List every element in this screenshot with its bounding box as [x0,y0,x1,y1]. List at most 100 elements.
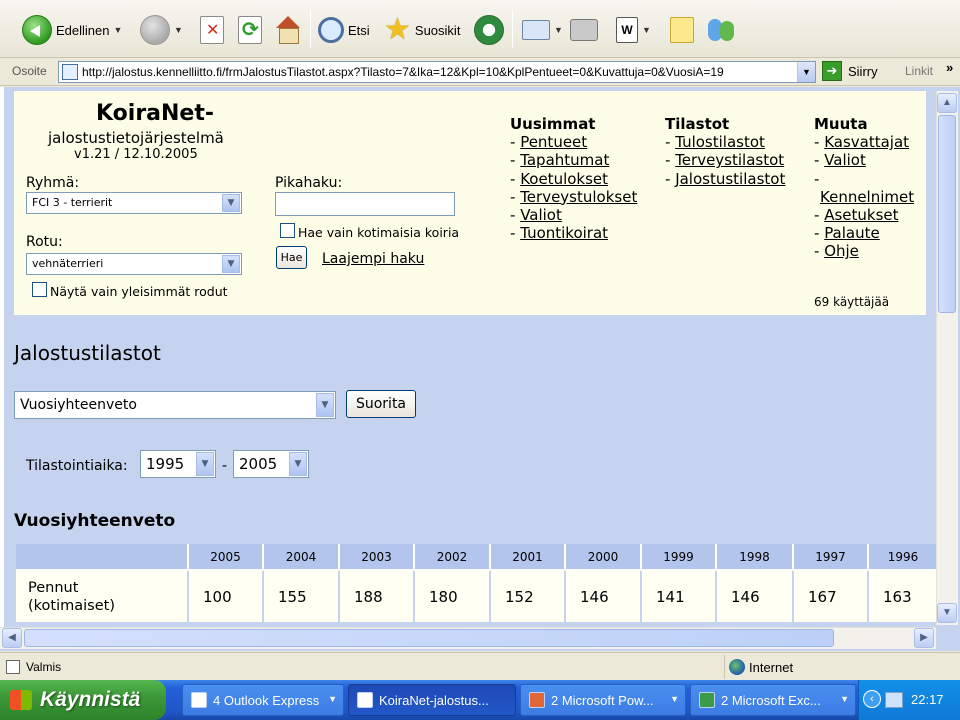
nav-link-asetukset[interactable]: Asetukset [824,206,898,224]
messenger-button[interactable] [708,10,736,50]
security-zone: Internet [724,655,960,679]
mail-button[interactable]: ▼ [522,10,563,50]
table-header-year: 1999 [641,544,717,570]
chevron-down-icon[interactable]: ▼ [222,194,240,212]
nav-link-tuontikoirat[interactable]: Tuontikoirat [520,224,608,242]
breed-select[interactable]: vehnäterrieri ▼ [26,253,242,275]
search-submit-button[interactable]: Hae [276,246,307,269]
nav-link-koetulokset[interactable]: Koetulokset [520,170,608,188]
nav-other-heading: Muuta [814,115,868,133]
run-button[interactable]: Suorita [346,390,416,418]
nav-link-ohje[interactable]: Ohje [824,242,859,260]
chevron-down-icon[interactable]: ▼ [642,25,651,35]
nav-stats-heading: Tilastot [665,115,730,133]
summary-title: Vuosiyhteenveto [14,511,176,531]
table-cell: 141 [641,569,717,622]
system-tray: ‹ 22:17 [858,680,960,720]
go-arrow-icon: ➜ [822,61,842,81]
discuss-button[interactable] [670,10,694,50]
chevron-down-icon[interactable]: ▼ [316,393,334,417]
chevron-left-icon[interactable]: ‹ [863,690,881,708]
browser-toolbar: Edellinen ▼ ▼ Etsi ★ Suosikit ▼ W ▼ [0,0,960,58]
task-powerpoint[interactable]: 2 Microsoft Pow... ▼ [520,684,686,716]
chevron-down-icon[interactable]: ▼ [554,25,563,35]
table-cell: 155 [263,569,340,622]
history-button[interactable] [474,10,504,50]
common-breeds-checkbox[interactable] [32,282,47,297]
nav-link-palaute[interactable]: Palaute [824,224,880,242]
network-icon[interactable] [885,692,903,708]
horizontal-scrollbar[interactable]: ◀ ▶ [0,627,936,649]
advanced-search-link[interactable]: Laajempi haku [322,251,424,267]
home-icon [274,16,302,44]
refresh-button[interactable] [238,10,262,50]
nav-link-pentueet[interactable]: Pentueet [520,133,587,151]
table-cell: 167 [793,569,869,622]
vertical-scroll-thumb[interactable] [938,115,956,313]
scroll-up-icon[interactable]: ▲ [937,93,957,113]
home-button[interactable] [274,10,302,50]
task-label: 2 Microsoft Exc... [721,692,821,708]
nav-link-kennelnimet[interactable]: Kennelnimet [820,188,914,206]
more-chevron-icon[interactable]: » [946,60,953,75]
forward-button[interactable]: ▼ [140,10,183,50]
back-button[interactable]: Edellinen ▼ [22,10,122,50]
nav-newest-heading: Uusimmat [510,115,596,133]
quick-search-input[interactable] [275,192,455,216]
edit-button[interactable]: W ▼ [616,10,651,50]
nav-link-terveystulokset[interactable]: Terveystulokset [520,188,637,206]
print-button[interactable] [570,10,598,50]
scroll-down-icon[interactable]: ▼ [937,603,957,623]
scroll-left-icon[interactable]: ◀ [2,628,22,648]
task-excel[interactable]: 2 Microsoft Exc... ▼ [690,684,856,716]
table-header-row: 2005 2004 2003 2002 2001 2000 1999 1998 … [16,544,939,570]
chevron-down-icon[interactable]: ▼ [174,25,183,35]
chevron-down-icon[interactable]: ▼ [222,255,240,273]
search-icon [318,17,344,43]
go-button[interactable]: ➜ Siirry [822,61,878,81]
group-select[interactable]: FCI 3 - terrierit ▼ [26,192,242,214]
nav-other: Muuta - Kasvattajat - Valiot - Kennelnim… [814,115,915,261]
task-label: 2 Microsoft Pow... [551,692,654,708]
nav-link-jalostustilastot[interactable]: Jalostustilastot [675,170,785,188]
toolbar-divider [512,10,513,48]
stop-button[interactable] [200,10,224,50]
nav-link-kasvattajat[interactable]: Kasvattajat [824,133,909,151]
table-cell: 180 [414,569,491,622]
clock[interactable]: 22:17 [911,692,944,707]
chevron-down-icon[interactable]: ▼ [196,452,214,476]
common-breeds-label: Näytä vain yleisimmät rodut [50,284,228,299]
nav-link-tapahtumat[interactable]: Tapahtumat [520,151,609,169]
period-from-select[interactable]: 1995 ▼ [140,450,216,478]
report-select-value: Vuosiyhteenveto [20,397,137,413]
domestic-only-checkbox[interactable] [280,223,295,238]
nav-link-tulostilastot[interactable]: Tulostilastot [675,133,765,151]
chevron-down-icon[interactable]: ▼ [114,25,123,35]
nav-link-valiot-other[interactable]: Valiot [824,151,866,169]
table-header-year: 1997 [793,544,869,570]
horizontal-scroll-thumb[interactable] [24,629,834,647]
address-url[interactable]: http://jalostus.kennelliitto.fi/frmJalos… [82,65,797,79]
start-button[interactable]: Käynnistä [0,680,166,720]
period-to-select[interactable]: 2005 ▼ [233,450,309,478]
vertical-scrollbar[interactable]: ▲ ▼ [936,91,958,625]
group-label: Ryhmä: [26,175,80,191]
back-arrow-icon [22,15,52,45]
chevron-down-icon[interactable]: ▼ [289,452,307,476]
row-label-line1: Pennut [28,579,79,596]
table-header-year: 2005 [188,544,264,570]
history-icon [474,15,504,45]
address-input[interactable]: http://jalostus.kennelliitto.fi/frmJalos… [58,61,816,83]
nav-link-terveystilastot[interactable]: Terveystilastot [675,151,784,169]
nav-link-valiot[interactable]: Valiot [520,206,562,224]
chevron-down-icon[interactable]: ▼ [797,62,815,82]
table-header-year: 2000 [565,544,642,570]
report-select[interactable]: Vuosiyhteenveto ▼ [14,391,336,419]
task-koiranet[interactable]: KoiraNet-jalostus... [348,684,516,716]
table-header-year: 1998 [716,544,794,570]
search-button[interactable]: Etsi [318,10,370,50]
favorites-button[interactable]: ★ Suosikit [384,10,460,50]
task-outlook-express[interactable]: 4 Outlook Express ▼ [182,684,344,716]
scroll-right-icon[interactable]: ▶ [914,628,934,648]
links-label[interactable]: Linkit [905,64,933,78]
